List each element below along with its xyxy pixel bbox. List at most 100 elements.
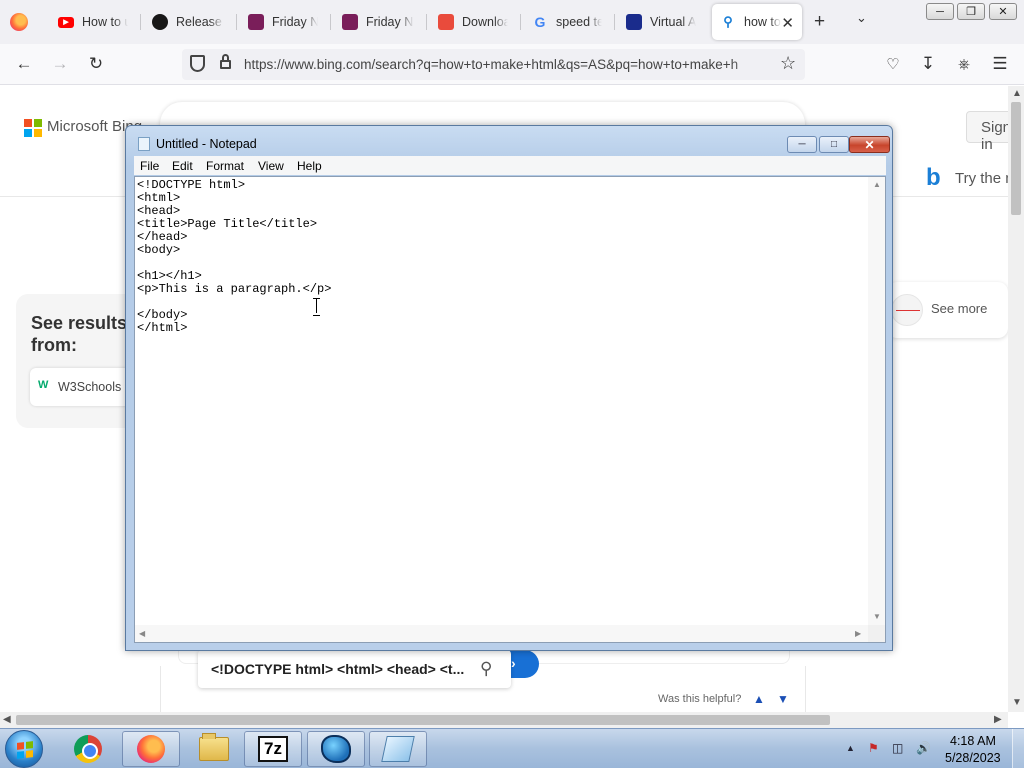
np-scroll-up-icon[interactable]: ▲ xyxy=(873,180,881,189)
download-icon[interactable]: ↧ xyxy=(917,53,939,75)
url-bar[interactable]: https://www.bing.com/search?q=how+to+mak… xyxy=(182,49,805,80)
browser-tab-2[interactable]: Release 2 xyxy=(144,4,232,40)
windows-taskbar: 7z ▲ ⚑ ◫ 🔊 4:18 AM 5/28/2023 xyxy=(0,728,1024,768)
menu-help[interactable]: Help xyxy=(297,159,322,173)
browser-tab-4[interactable]: Friday Nig xyxy=(334,4,422,40)
show-desktop-button[interactable] xyxy=(1012,729,1024,768)
back-arrow-icon[interactable]: ← xyxy=(13,53,35,75)
extensions-icon[interactable]: ⎈ xyxy=(953,53,975,75)
np-scroll-left-icon[interactable]: ◀ xyxy=(139,629,145,638)
notepad-window[interactable]: Untitled - Notepad ─ □ ✕ File Edit Forma… xyxy=(125,125,893,651)
bing-chat-icon[interactable]: b xyxy=(926,164,941,192)
page-horizontal-scroll-thumb[interactable] xyxy=(16,715,830,725)
notepad-horizontal-scrollbar[interactable]: ◀ ▶ xyxy=(135,625,868,642)
page-vertical-scrollbar[interactable]: ▲ ▼ xyxy=(1008,86,1024,712)
bookmark-star-icon[interactable]: ☆ xyxy=(780,53,796,74)
taskbar-fnf-game[interactable] xyxy=(307,731,365,767)
action-center-flag-icon[interactable]: ⚑ xyxy=(868,741,879,755)
page-horizontal-scrollbar[interactable]: ◀ ▶ xyxy=(0,712,1008,728)
page-vertical-scroll-thumb[interactable] xyxy=(1011,102,1021,215)
notepad-minimize-button[interactable]: ─ xyxy=(787,136,817,153)
taskbar-firefox[interactable] xyxy=(122,731,180,767)
scroll-right-arrow-icon[interactable]: ▶ xyxy=(994,714,1002,725)
window-close-button[interactable]: ✕ xyxy=(989,3,1017,20)
taskbar-chrome[interactable] xyxy=(59,731,117,767)
clock-time[interactable]: 4:18 AM xyxy=(950,734,996,748)
browser-tab-label: Release 2 xyxy=(176,15,224,29)
tab-separator xyxy=(426,14,427,30)
scroll-down-arrow-icon[interactable]: ▼ xyxy=(1012,697,1022,708)
browser-tab-1[interactable]: ▶ How to u xyxy=(50,4,136,40)
taskbar-notepad[interactable] xyxy=(369,731,427,767)
notepad-app-icon[interactable] xyxy=(138,137,150,151)
file-explorer-icon xyxy=(199,733,229,761)
scroll-left-arrow-icon[interactable]: ◀ xyxy=(3,714,11,725)
show-hidden-icons-icon[interactable]: ▲ xyxy=(846,743,855,753)
w3schools-logo-icon: W xyxy=(38,379,49,391)
network-icon[interactable]: ◫ xyxy=(892,741,903,755)
tab-separator xyxy=(614,14,615,30)
7zip-icon: 7z xyxy=(258,736,288,762)
tab-separator xyxy=(236,14,237,30)
notepad-vertical-scrollbar[interactable]: ▲ ▼ xyxy=(868,177,885,626)
reload-icon[interactable]: ↻ xyxy=(85,53,107,75)
notepad-maximize-button[interactable]: □ xyxy=(819,136,849,153)
hamburger-menu-icon[interactable]: ☰ xyxy=(989,53,1011,75)
helpful-prompt: Was this helpful? xyxy=(658,693,742,705)
pocket-icon[interactable]: ♡ xyxy=(882,53,904,75)
browser-tab-label: Friday Nig xyxy=(366,15,414,29)
chrome-icon xyxy=(74,735,102,763)
w3schools-label: W3Schools xyxy=(58,380,122,394)
browser-tab-7[interactable]: Virtual A xyxy=(618,4,704,40)
bing-search-icon: ⚲ xyxy=(723,14,733,29)
try-bing-chat-link[interactable]: Try the n xyxy=(955,170,1008,187)
browser-tab-5[interactable]: Downloa xyxy=(430,4,516,40)
new-tab-button[interactable]: + xyxy=(814,11,825,33)
url-text[interactable]: https://www.bing.com/search?q=how+to+mak… xyxy=(244,57,772,72)
vb-icon xyxy=(626,14,642,30)
taskbar-7zip[interactable]: 7z xyxy=(244,731,302,767)
browser-tab-label: how to xyxy=(744,15,781,29)
browser-tab-8[interactable]: ⚲ how to ✕ xyxy=(712,4,802,40)
forward-arrow-icon[interactable]: → xyxy=(49,53,71,75)
windows-flag-icon xyxy=(17,741,33,759)
np-scroll-down-icon[interactable]: ▼ xyxy=(873,612,881,621)
thumbs-down-icon[interactable]: ▼ xyxy=(777,692,789,706)
code-search-chip[interactable]: <!DOCTYPE html> <html> <head> <t... ⚲ xyxy=(198,650,511,688)
w3schools-chip[interactable]: W W3Schools xyxy=(30,368,140,406)
thumbs-up-icon[interactable]: ▲ xyxy=(753,692,765,706)
scroll-up-arrow-icon[interactable]: ▲ xyxy=(1012,88,1022,99)
start-button[interactable] xyxy=(5,730,43,768)
code-search-text: <!DOCTYPE html> <html> <head> <t... xyxy=(211,661,465,677)
notepad-resize-grip[interactable] xyxy=(868,625,885,642)
see-more-label: See more xyxy=(931,301,988,316)
menu-view[interactable]: View xyxy=(258,159,284,173)
menu-file[interactable]: File xyxy=(140,159,159,173)
notepad-text-content[interactable]: <!DOCTYPE html> <html> <head> <title>Pag… xyxy=(137,179,867,625)
sign-in-button[interactable]: Sign in xyxy=(966,111,1008,153)
notepad-titlebar[interactable]: Untitled - Notepad ─ □ ✕ xyxy=(126,126,892,159)
list-all-tabs-button[interactable]: ⌄ xyxy=(856,10,867,26)
browser-tab-3[interactable]: Friday Nig xyxy=(240,4,326,40)
fnf-game-icon xyxy=(321,735,351,763)
taskbar-file-explorer[interactable] xyxy=(185,731,243,767)
firefox-menu-icon[interactable] xyxy=(10,13,28,31)
browser-tab-label: Downloa xyxy=(462,15,508,29)
clock-date[interactable]: 5/28/2023 xyxy=(945,751,1001,765)
lock-icon[interactable] xyxy=(220,54,231,69)
np-scroll-right-icon[interactable]: ▶ xyxy=(855,629,861,638)
window-minimize-button[interactable]: ─ xyxy=(926,3,954,20)
menu-format[interactable]: Format xyxy=(206,159,244,173)
tab-close-icon[interactable]: ✕ xyxy=(781,14,794,32)
browser-tab-6[interactable]: Gspeed tes xyxy=(524,4,610,40)
notepad-close-button[interactable]: ✕ xyxy=(849,136,890,153)
see-more-card[interactable]: See more xyxy=(887,282,1008,338)
window-restore-button[interactable]: ❐ xyxy=(957,3,985,20)
github-icon xyxy=(152,14,168,30)
microsoft-logo-icon[interactable] xyxy=(24,119,42,137)
notepad-menubar: File Edit Format View Help xyxy=(134,156,886,175)
notepad-edit-area[interactable]: <!DOCTYPE html> <html> <head> <title>Pag… xyxy=(134,176,886,643)
menu-edit[interactable]: Edit xyxy=(172,159,193,173)
shield-icon[interactable] xyxy=(190,55,205,72)
volume-icon[interactable]: 🔊 xyxy=(916,741,931,755)
